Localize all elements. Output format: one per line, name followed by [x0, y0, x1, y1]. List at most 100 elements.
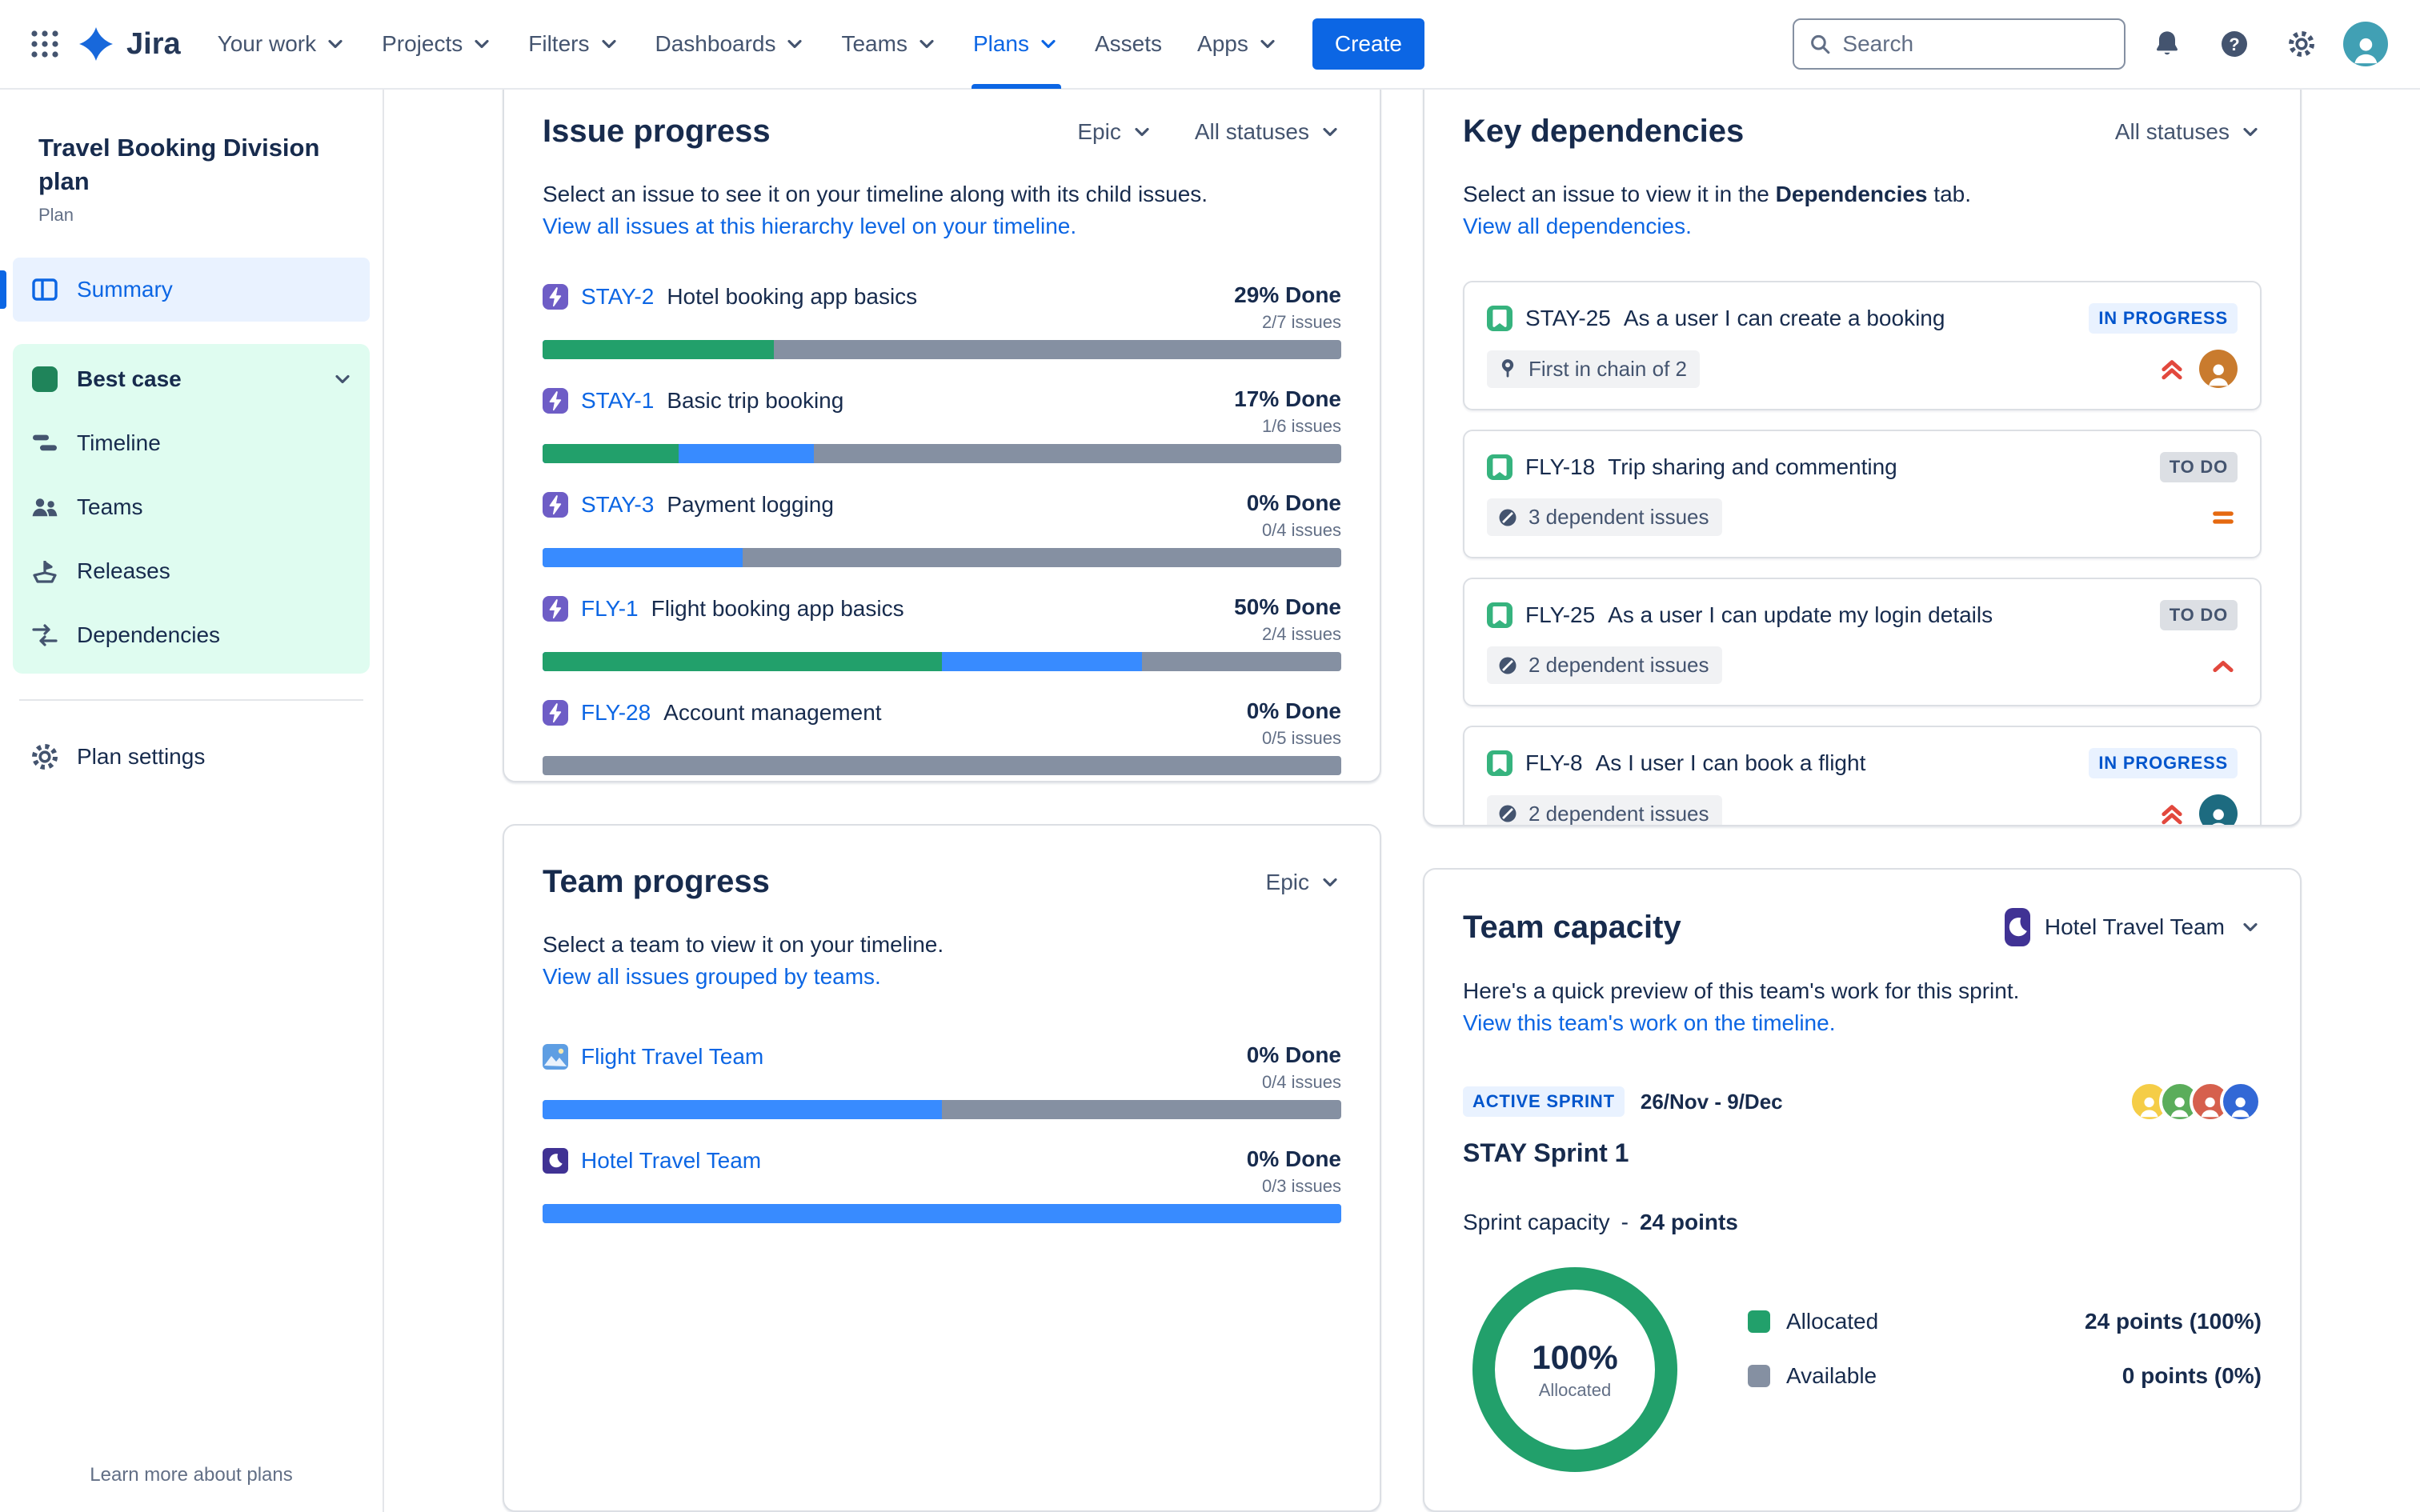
- status-filter-dropdown[interactable]: All statuses: [1195, 119, 1341, 145]
- team-row[interactable]: Flight Travel Team 0% Done 0/4 issues: [543, 1041, 1341, 1119]
- notifications-button[interactable]: [2142, 18, 2193, 70]
- sprint-info-row: ACTIVE SPRINT 26/Nov - 9/Dec: [1463, 1081, 2262, 1122]
- sidebar-item-releases[interactable]: Releases: [13, 539, 370, 603]
- sprint-capacity-line: Sprint capacity - 24 points: [1463, 1210, 2262, 1235]
- issue-key-link[interactable]: STAY-3: [581, 492, 654, 518]
- card-title: Key dependencies: [1463, 114, 1745, 149]
- sidebar-item-dependencies[interactable]: Dependencies: [13, 603, 370, 667]
- chip-label: 2 dependent issues: [1529, 653, 1709, 677]
- team-name-link[interactable]: Flight Travel Team: [581, 1044, 763, 1070]
- hierarchy-filter-dropdown[interactable]: Epic: [1077, 119, 1152, 145]
- user-avatar[interactable]: [2343, 22, 2388, 66]
- search-box[interactable]: [1793, 18, 2126, 70]
- apps-grid-icon: [31, 30, 58, 58]
- done-segment: [543, 652, 942, 671]
- search-icon: [1811, 34, 1830, 54]
- sprint-members-avatars: [2129, 1081, 2262, 1122]
- nav-item-apps[interactable]: Apps: [1180, 0, 1296, 89]
- nav-item-projects[interactable]: Projects: [364, 0, 511, 89]
- scenario-label: Best case: [77, 366, 182, 391]
- card-description: Select a team to view it on your timelin…: [543, 932, 944, 957]
- sidebar-item-timeline[interactable]: Timeline: [13, 411, 370, 475]
- nav-item-label: Dashboards: [655, 31, 776, 56]
- key-dependencies-card: Key dependencies All statuses Select an …: [1423, 74, 2302, 826]
- legend-label: Available: [1786, 1363, 1877, 1388]
- sidebar-item-label: Summary: [77, 276, 173, 302]
- member-avatar: [2220, 1081, 2262, 1122]
- timeline-icon: [33, 434, 57, 450]
- nav-item-dashboards[interactable]: Dashboards: [638, 0, 824, 89]
- selected-indicator: [0, 270, 6, 309]
- priority-highest-icon: [2158, 354, 2186, 383]
- scenario-selector[interactable]: Best case: [13, 347, 370, 411]
- team-selector-dropdown[interactable]: Hotel Travel Team: [2004, 908, 2262, 946]
- sidebar-item-label: Dependencies: [77, 622, 221, 647]
- person-icon: [2354, 38, 2377, 64]
- help-button[interactable]: ?: [2209, 18, 2260, 70]
- nav-item-label: Filters: [528, 31, 590, 56]
- sidebar-item-label: Plan settings: [77, 743, 206, 769]
- status-filter-dropdown[interactable]: All statuses: [2115, 119, 2262, 145]
- view-all-issues-link[interactable]: View all issues at this hierarchy level …: [543, 214, 1076, 238]
- search-input[interactable]: [1842, 31, 2109, 57]
- issues-count: 0/5 issues: [1261, 728, 1341, 748]
- issue-key-link[interactable]: STAY-2: [581, 284, 654, 310]
- dependency-item[interactable]: FLY-8 As I user I can book a flight IN P…: [1463, 726, 2262, 826]
- view-teams-link[interactable]: View all issues grouped by teams.: [543, 964, 881, 989]
- chevron-down-icon: [335, 374, 350, 383]
- view-team-timeline-link[interactable]: View this team's work on the timeline.: [1463, 1010, 1835, 1035]
- progress-bar: [543, 1100, 1341, 1119]
- chip-label: 2 dependent issues: [1529, 801, 1709, 826]
- chevron-down-icon: [1323, 878, 1337, 886]
- learn-more-link[interactable]: Learn more about plans: [0, 1464, 383, 1486]
- card-description: Select an issue to see it on your timeli…: [543, 182, 1208, 206]
- issue-row[interactable]: FLY-28 Account management 0% Done 0/5 is…: [543, 697, 1341, 775]
- legend-row: Allocated 24 points (100%): [1748, 1309, 2262, 1334]
- issue-row[interactable]: STAY-3 Payment logging 0% Done 0/4 issue…: [543, 489, 1341, 567]
- nav-item-plans[interactable]: Plans: [956, 0, 1077, 89]
- nav-item-assets[interactable]: Assets: [1077, 0, 1180, 89]
- nav-item-filters[interactable]: Filters: [511, 0, 637, 89]
- done-percent: 29% Done: [1234, 282, 1341, 307]
- active-sprint-badge: ACTIVE SPRINT: [1463, 1086, 1625, 1117]
- issue-row[interactable]: STAY-2 Hotel booking app basics 29% Done…: [543, 281, 1341, 359]
- issue-row[interactable]: STAY-1 Basic trip booking 17% Done 1/6 i…: [543, 385, 1341, 463]
- ship-icon: [33, 560, 57, 583]
- nav-item-label: Projects: [382, 31, 463, 56]
- sidebar-item-summary[interactable]: Summary: [0, 257, 370, 322]
- person-icon: [2211, 809, 2226, 826]
- app-switcher-button[interactable]: [19, 18, 70, 70]
- story-icon: [1487, 750, 1512, 776]
- nav-right-cluster: ?: [1793, 18, 2388, 70]
- jira-logo[interactable]: Jira: [77, 25, 181, 63]
- hierarchy-filter-dropdown[interactable]: Epic: [1266, 870, 1341, 895]
- card-description: Select an issue to view it in the Depend…: [1463, 182, 1971, 206]
- status-badge: IN PROGRESS: [2089, 303, 2238, 334]
- nav-item-teams[interactable]: Teams: [823, 0, 955, 89]
- issue-key-link[interactable]: FLY-1: [581, 596, 639, 622]
- team-row[interactable]: Hotel Travel Team 0% Done 0/3 issues: [543, 1145, 1341, 1223]
- dependency-item[interactable]: STAY-25 As a user I can create a booking…: [1463, 281, 2262, 410]
- dependency-item[interactable]: FLY-25 As a user I can update my login d…: [1463, 578, 2262, 706]
- allocated-swatch: [1748, 1310, 1770, 1333]
- available-swatch: [1748, 1365, 1770, 1387]
- view-all-dependencies-link[interactable]: View all dependencies.: [1463, 214, 1692, 238]
- issue-title: As I user I can book a flight: [1595, 750, 1866, 775]
- settings-button[interactable]: [2276, 18, 2327, 70]
- issue-key-link[interactable]: FLY-28: [581, 700, 651, 726]
- team-name-link[interactable]: Hotel Travel Team: [581, 1148, 761, 1174]
- issue-row[interactable]: FLY-1 Flight booking app basics 50% Done…: [543, 593, 1341, 671]
- dependency-item[interactable]: FLY-18 Trip sharing and commenting TO DO…: [1463, 430, 2262, 558]
- selected-team-label: Hotel Travel Team: [2044, 914, 2225, 939]
- dependencies-icon: [32, 624, 58, 646]
- issue-key-link[interactable]: STAY-1: [581, 388, 654, 414]
- chevron-down-icon: [475, 39, 489, 49]
- legend-label: Allocated: [1786, 1309, 1879, 1334]
- create-button[interactable]: Create: [1312, 18, 1424, 70]
- issue-title: Trip sharing and commenting: [1608, 454, 1897, 479]
- sidebar-item-teams[interactable]: Teams: [13, 475, 370, 539]
- allocation-donut: 100% Allocated: [1472, 1267, 1677, 1472]
- nav-item-your-work[interactable]: Your work: [200, 0, 364, 89]
- sidebar-item-plan-settings[interactable]: Plan settings: [13, 726, 370, 787]
- svg-text:?: ?: [2229, 34, 2239, 54]
